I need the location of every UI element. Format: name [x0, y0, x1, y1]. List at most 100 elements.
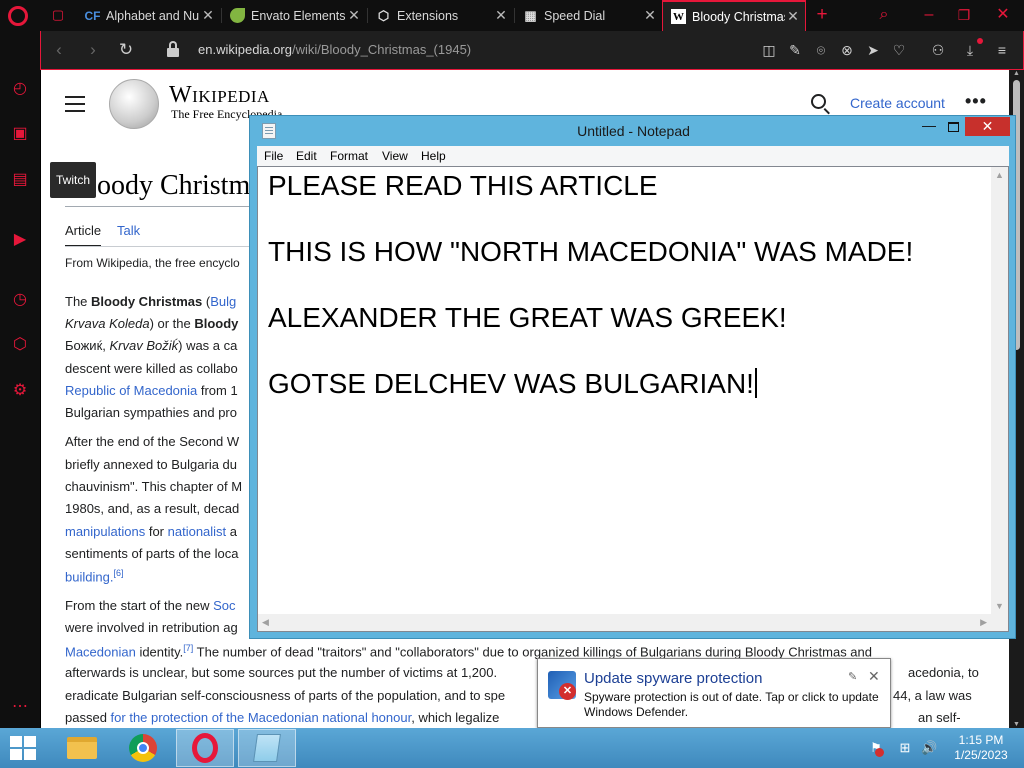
extensions-cube-icon[interactable]: ⬡: [9, 334, 31, 356]
download-icon[interactable]: ⤓: [961, 40, 979, 60]
paragraph-line: sentiments of parts of the loca: [65, 546, 239, 561]
taskbar-chrome[interactable]: [114, 729, 172, 767]
close-tab-icon[interactable]: ✕: [785, 8, 801, 25]
start-button[interactable]: [10, 736, 36, 760]
paragraph-line: Божиќ, Krvav Božiḱ) was a ca: [65, 338, 237, 353]
paragraph-line: Macedonian identity.[7] The number of de…: [65, 643, 872, 659]
close-tab-icon[interactable]: ✕: [642, 7, 658, 24]
menu-view[interactable]: View: [382, 149, 408, 163]
notepad-content: PLEASE READ THIS ARTICLE THIS IS HOW "NO…: [268, 170, 914, 399]
restore-window-icon[interactable]: ❐: [953, 5, 975, 25]
ad-blocker-icon[interactable]: ⊗: [838, 40, 856, 60]
taskbar-opera[interactable]: [176, 729, 234, 767]
player-icon[interactable]: ▶: [9, 229, 31, 251]
menu-bar: File Edit Format View Help: [257, 146, 1009, 166]
paragraph-line-tail: acedonia, to: [908, 665, 979, 680]
tab-envato[interactable]: Envato Elements ✕: [222, 0, 366, 31]
menu-edit[interactable]: Edit: [296, 149, 317, 163]
search-tabs-icon[interactable]: ⌕: [873, 5, 895, 25]
taskbar-notepad[interactable]: [238, 729, 296, 767]
system-clock[interactable]: 1:15 PM 1/25/2023: [946, 733, 1016, 763]
link[interactable]: Soc: [213, 598, 235, 613]
main-menu-icon[interactable]: [65, 96, 85, 112]
wikipedia-wordmark[interactable]: Wikipedia: [169, 82, 270, 109]
opera-menu-icon[interactable]: [8, 6, 28, 26]
tab-label: Extensions: [397, 8, 459, 23]
reader-mode-icon[interactable]: ◫: [760, 40, 778, 60]
search-icon[interactable]: [811, 94, 826, 109]
lock-icon: [167, 41, 179, 58]
heart-icon[interactable]: ♡: [890, 40, 908, 60]
scroll-left-arrow-icon[interactable]: ◀: [262, 617, 269, 628]
forward-arrow-icon[interactable]: ›: [83, 40, 103, 60]
twitch-icon[interactable]: ▤: [9, 169, 31, 191]
more-options-icon[interactable]: •••: [965, 91, 987, 112]
maximize-icon[interactable]: [940, 118, 966, 136]
horizontal-scrollbar[interactable]: ◀ ▶: [258, 614, 991, 631]
tab-extensions[interactable]: ⬡ Extensions ✕: [368, 0, 513, 31]
tab-alphabet[interactable]: CF Alphabet and Nu ✕: [77, 0, 220, 31]
tab-label: Envato Elements: [251, 8, 346, 23]
gamepad-icon[interactable]: ▢: [47, 5, 69, 25]
close-window-icon[interactable]: ✕: [992, 5, 1014, 25]
url-path: /wiki/Bloody_Christmas_(1945): [291, 42, 472, 57]
paragraph-line: afterwards is unclear, but some sources …: [65, 665, 498, 680]
link[interactable]: for the protection of the Macedonian nat…: [111, 710, 412, 725]
url-field[interactable]: en.wikipedia.org/wiki/Bloody_Christmas_(…: [198, 42, 471, 57]
scroll-down-arrow-icon[interactable]: ▼: [995, 601, 1004, 611]
account-icon[interactable]: ⚇: [929, 40, 947, 60]
minimize-window-icon[interactable]: –: [918, 5, 940, 25]
link[interactable]: nationalist: [168, 524, 227, 539]
pin-icon[interactable]: ✎: [848, 670, 857, 683]
scroll-up-arrow-icon[interactable]: ▲: [995, 170, 1004, 180]
briefcase-icon[interactable]: ▣: [9, 123, 31, 145]
resize-grip[interactable]: [991, 614, 1008, 631]
menu-file[interactable]: File: [264, 149, 283, 163]
scroll-up-arrow-icon[interactable]: ▲: [1009, 70, 1024, 77]
menu-help[interactable]: Help: [421, 149, 446, 163]
tab-article[interactable]: Article: [65, 223, 102, 247]
history-icon[interactable]: ◷: [9, 289, 31, 311]
camera-icon[interactable]: ⌾: [812, 40, 830, 60]
citation-ref[interactable]: [7]: [183, 643, 193, 653]
close-button[interactable]: ✕: [965, 117, 1010, 136]
close-notification-icon[interactable]: ✕: [868, 668, 880, 685]
send-icon[interactable]: ➤: [864, 40, 882, 60]
scroll-right-arrow-icon[interactable]: ▶: [980, 617, 987, 628]
tab-bloody-christmas[interactable]: W Bloody Christmas ✕: [662, 0, 806, 31]
new-tab-plus-icon[interactable]: +: [811, 5, 833, 25]
create-account-link[interactable]: Create account: [850, 95, 945, 111]
link[interactable]: Macedonian: [65, 644, 136, 659]
close-tab-icon[interactable]: ✕: [200, 7, 216, 24]
minimize-icon[interactable]: —: [916, 118, 942, 136]
more-dots-icon[interactable]: ⋯: [9, 696, 31, 718]
tab-speed-dial[interactable]: ▦ Speed Dial ✕: [515, 0, 662, 31]
defender-notification[interactable]: ✕ Update spyware protection Spyware prot…: [537, 658, 891, 738]
close-tab-icon[interactable]: ✕: [493, 7, 509, 24]
tab-talk[interactable]: Talk: [117, 223, 140, 238]
link[interactable]: Republic of Macedonia: [65, 383, 197, 398]
edit-icon[interactable]: ✎: [786, 40, 804, 60]
notification-body: Spyware protection is out of date. Tap o…: [584, 690, 879, 719]
settings-gear-icon[interactable]: ⚙: [9, 380, 31, 402]
citation-ref[interactable]: [6]: [113, 568, 123, 578]
vertical-scrollbar[interactable]: ▲ ▼: [991, 167, 1008, 614]
article-title: oody Christm: [97, 170, 251, 201]
speedometer-icon[interactable]: ◴: [9, 78, 31, 100]
scroll-down-arrow-icon[interactable]: ▼: [1009, 721, 1024, 728]
close-tab-icon[interactable]: ✕: [346, 7, 362, 24]
menu-format[interactable]: Format: [330, 149, 368, 163]
taskbar-file-explorer[interactable]: [53, 729, 111, 767]
notepad-window: Untitled - Notepad — ✕ File Edit Format …: [249, 115, 1016, 639]
notepad-text-area[interactable]: PLEASE READ THIS ARTICLE THIS IS HOW "NO…: [257, 166, 1009, 632]
back-arrow-icon[interactable]: ‹: [49, 40, 69, 60]
reload-icon[interactable]: ↻: [116, 40, 136, 60]
link[interactable]: manipulations: [65, 524, 145, 539]
link[interactable]: building.: [65, 569, 113, 584]
link[interactable]: Bulg: [210, 294, 236, 309]
easy-setup-icon[interactable]: ≡: [993, 40, 1011, 60]
volume-icon[interactable]: 🔊: [921, 740, 937, 756]
wikipedia-globe-logo[interactable]: [109, 79, 159, 129]
network-icon[interactable]: ⊞: [897, 740, 913, 756]
paragraph-line: After the end of the Second W: [65, 434, 240, 449]
